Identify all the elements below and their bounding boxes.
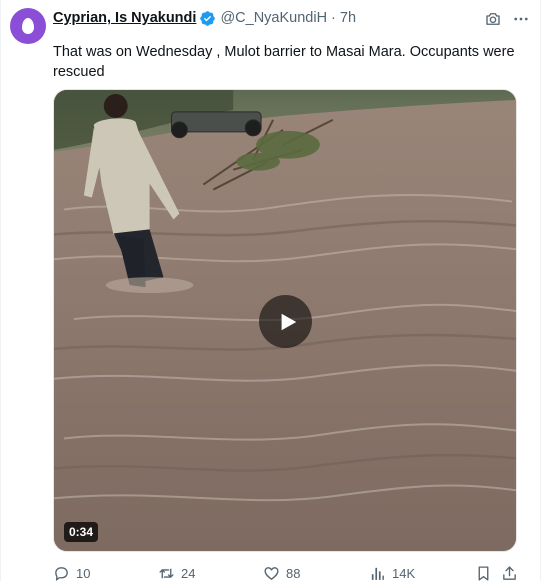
reply-icon	[55, 567, 68, 581]
share-button[interactable]	[501, 565, 518, 581]
separator-dot: ·	[331, 10, 336, 26]
views-button[interactable]: 14K	[369, 565, 415, 581]
author-handle[interactable]: @C_NyaKundiH	[220, 10, 327, 26]
more-icon[interactable]	[512, 10, 530, 28]
verified-badge-icon	[200, 10, 216, 26]
reply-count: 10	[76, 566, 91, 581]
tweet-actions: 10 24 88 14K	[53, 565, 523, 581]
views-count: 14K	[392, 566, 416, 581]
play-button[interactable]	[259, 295, 312, 348]
repost-button[interactable]: 24	[158, 565, 195, 581]
share-icon	[503, 566, 516, 580]
heart-icon	[264, 567, 279, 580]
bookmark-icon	[478, 566, 489, 581]
bookmark-button[interactable]	[475, 565, 492, 581]
tweet-time[interactable]: 7h	[340, 10, 356, 26]
repost-count: 24	[181, 566, 196, 581]
like-count: 88	[286, 566, 301, 581]
tweet-text: That was on Wednesday , Mulot barrier to…	[53, 44, 515, 80]
reply-button[interactable]: 10	[53, 565, 90, 581]
avatar-egg-icon	[22, 18, 34, 34]
top-actions	[484, 10, 530, 28]
like-button[interactable]: 88	[263, 565, 300, 581]
repost-icon	[159, 568, 174, 579]
video-duration: 0:34	[64, 522, 99, 542]
author-display-name[interactable]: Cyprian, Is Nyakundi	[53, 10, 196, 26]
views-icon	[371, 567, 384, 580]
avatar[interactable]	[10, 8, 46, 44]
camera-icon[interactable]	[484, 10, 502, 28]
tweet-header: Cyprian, Is Nyakundi @C_NyaKundiH · 7h	[53, 8, 356, 28]
tweet-card[interactable]: Cyprian, Is Nyakundi @C_NyaKundiH · 7h T…	[0, 0, 541, 581]
play-icon	[281, 313, 296, 330]
video-player[interactable]: 0:34	[53, 89, 517, 552]
